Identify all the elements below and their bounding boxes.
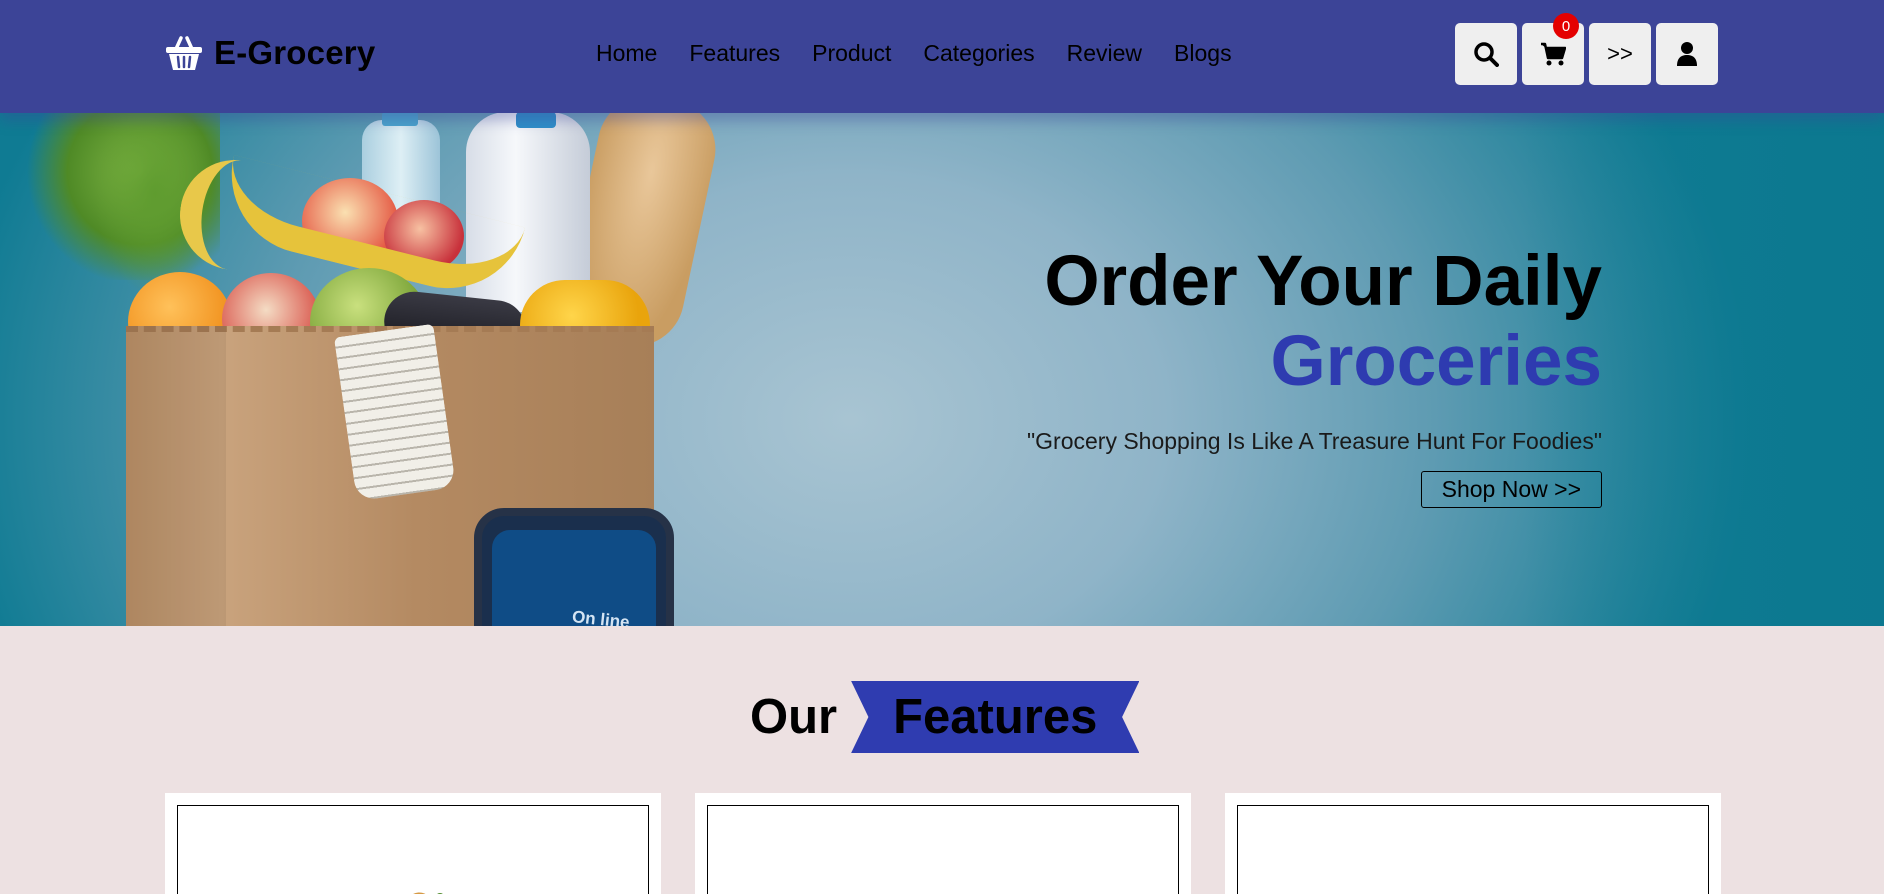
- nav-categories[interactable]: Categories: [923, 40, 1034, 67]
- hero-title-line1: Order Your Daily: [1044, 242, 1602, 321]
- nav-product[interactable]: Product: [812, 40, 891, 67]
- menu-toggle-label: >>: [1607, 41, 1633, 66]
- nav-home[interactable]: Home: [596, 40, 657, 67]
- site-header: E-Grocery Home Features Product Categori…: [0, 0, 1884, 113]
- feature-card: [165, 793, 661, 894]
- menu-toggle-button[interactable]: >>: [1589, 23, 1651, 85]
- nav-blogs[interactable]: Blogs: [1174, 40, 1232, 67]
- heading-ribbon: Features: [851, 681, 1140, 753]
- basket-icon: [166, 36, 202, 70]
- main-nav: Home Features Product Categories Review …: [596, 40, 1232, 67]
- search-icon: [1474, 42, 1499, 67]
- nav-review[interactable]: Review: [1067, 40, 1142, 67]
- cart-button[interactable]: 0: [1522, 13, 1584, 85]
- shop-now-button[interactable]: Shop Now >>: [1420, 471, 1602, 508]
- feature-card: [1225, 793, 1721, 894]
- heading-features: Features: [893, 690, 1098, 744]
- hero-content: Order Your Daily Groceries "Grocery Shop…: [1027, 242, 1602, 508]
- account-button[interactable]: [1656, 23, 1718, 85]
- logo[interactable]: E-Grocery: [164, 34, 375, 72]
- basket-image: [413, 892, 443, 894]
- cart-count-badge: 0: [1553, 13, 1579, 39]
- search-button[interactable]: [1455, 23, 1517, 85]
- phone-screen-text: On line: [571, 607, 631, 626]
- cart-icon: [1541, 42, 1566, 66]
- nav-features[interactable]: Features: [689, 40, 780, 67]
- heading-our: Our: [750, 690, 838, 744]
- user-icon: [1677, 42, 1697, 66]
- feature-card: [695, 793, 1191, 894]
- hero-quote: "Grocery Shopping Is Like A Treasure Hun…: [1027, 428, 1602, 454]
- phone: On line: [474, 508, 674, 626]
- hero-title-line2: Groceries: [1270, 322, 1602, 401]
- features-heading: Our Features: [750, 681, 1140, 753]
- brand-name: E-Grocery: [214, 34, 376, 71]
